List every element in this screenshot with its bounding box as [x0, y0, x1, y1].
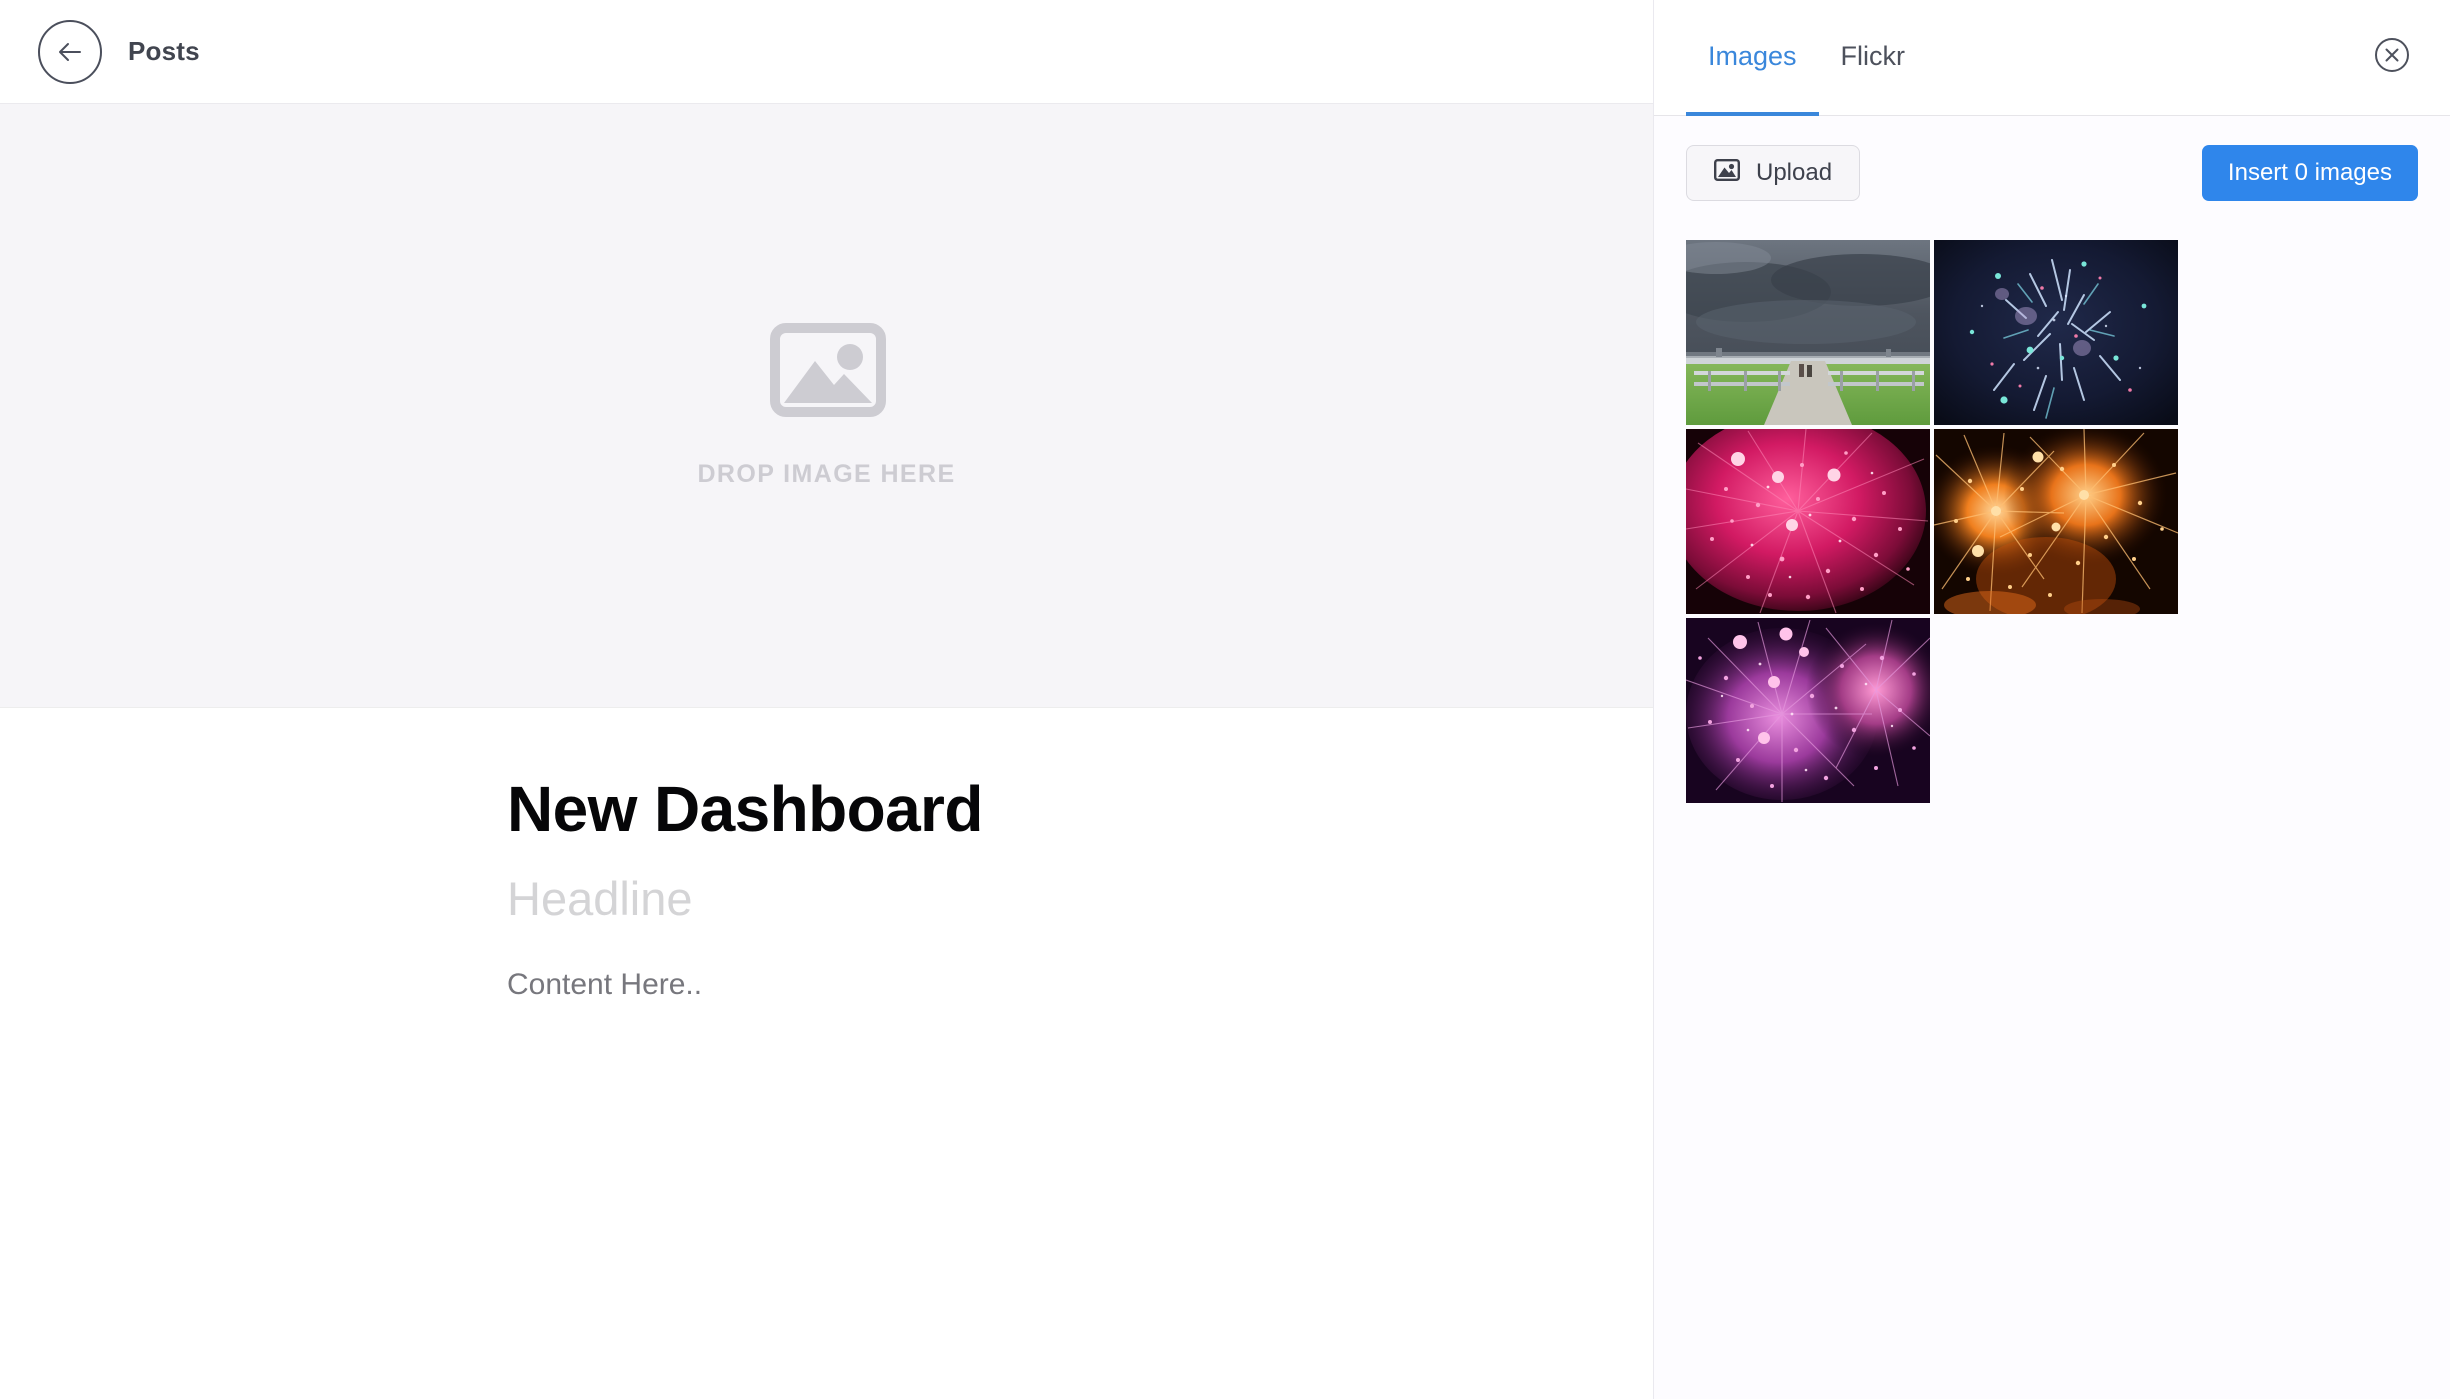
editor-header: Posts	[0, 0, 1653, 104]
tab-flickr[interactable]: Flickr	[1819, 1, 1927, 116]
arrow-left-icon	[53, 35, 87, 69]
close-circle-icon	[2373, 36, 2411, 79]
post-editor: Posts DROP IMAGE HERE New Dashboard Head…	[0, 0, 1653, 1399]
image-placeholder-icon	[769, 322, 886, 422]
tab-images[interactable]: Images	[1686, 1, 1819, 116]
app-root: Posts DROP IMAGE HERE New Dashboard Head…	[0, 0, 2450, 1399]
media-panel: Images Flickr Upload Insert 0 images	[1653, 0, 2450, 1399]
media-panel-toolbar: Upload Insert 0 images	[1654, 116, 2450, 201]
close-panel-button[interactable]	[2372, 38, 2412, 78]
dropzone-label: DROP IMAGE HERE	[697, 459, 956, 488]
thumbnail-stormy-sky-over-fields-road[interactable]	[1686, 240, 1930, 425]
document-headline-placeholder[interactable]: Headline	[507, 873, 1653, 925]
thumbnail-pink-fireworks-burst[interactable]	[1686, 429, 1930, 614]
back-button[interactable]	[38, 19, 102, 84]
document-title[interactable]: New Dashboard	[507, 775, 1653, 843]
thumbnail-blue-teal-fireworks[interactable]	[1934, 240, 2178, 425]
document-body: New Dashboard Headline Content Here..	[0, 708, 1653, 1399]
media-panel-tabs: Images Flickr	[1654, 0, 1927, 116]
media-panel-header: Images Flickr	[1654, 0, 2450, 116]
upload-button[interactable]: Upload	[1686, 145, 1861, 201]
image-thumbnail-grid	[1654, 201, 2419, 803]
image-dropzone[interactable]: DROP IMAGE HERE	[0, 104, 1653, 708]
page-title: Posts	[128, 36, 200, 66]
upload-button-label: Upload	[1756, 159, 1833, 186]
document-content[interactable]: Content Here..	[507, 967, 1653, 1003]
image-icon	[1714, 158, 1741, 188]
thumbnail-orange-fireworks-burst[interactable]	[1934, 429, 2178, 614]
insert-images-button[interactable]: Insert 0 images	[2201, 145, 2418, 201]
thumbnail-purple-fireworks-burst[interactable]	[1686, 618, 1930, 803]
